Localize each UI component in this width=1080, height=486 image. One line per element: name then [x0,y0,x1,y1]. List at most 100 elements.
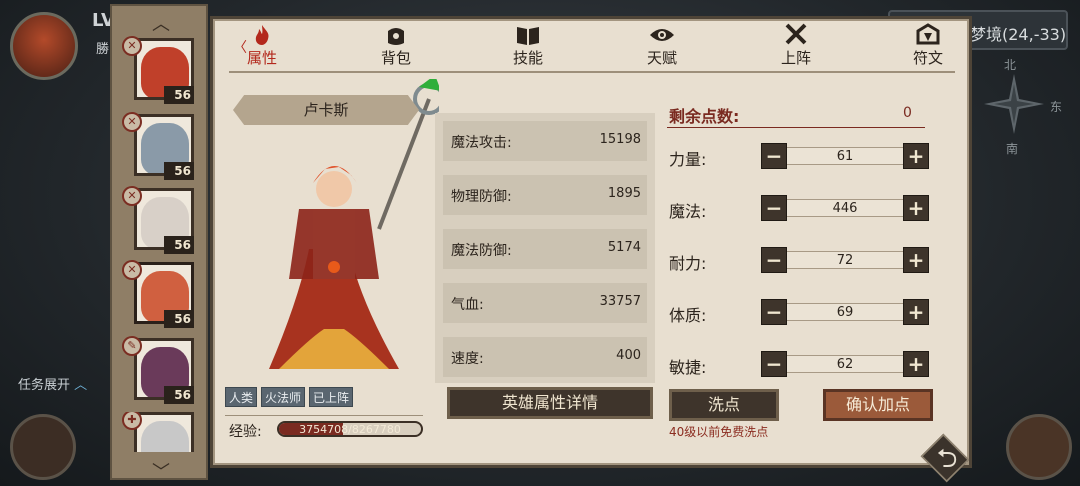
attr-label: 耐力: [669,254,707,273]
hero-level: 56 [164,86,194,104]
attr-value: 62 [787,355,903,373]
stat-label: 魔法攻击: [451,135,512,151]
stat-row-magic-attack: 魔法攻击: 15198 [443,121,647,161]
rune-icon [916,23,940,45]
decrease-button[interactable]: − [761,247,787,273]
stat-label: 物理防御: [451,189,512,205]
stat-row-magic-defense: 魔法防御: 5174 [443,229,647,269]
divider [667,127,925,128]
attr-value: 72 [787,251,903,269]
tab-deploy[interactable]: 上阵 [763,23,829,71]
attr-value: 69 [787,303,903,321]
decrease-button[interactable]: − [761,351,787,377]
exp-bar: 3754708/8267780 [277,421,423,437]
chevron-down-icon[interactable]: ﹀ [112,458,210,484]
confirm-points-button[interactable]: 确认加点 [823,389,933,421]
tab-label: 天赋 [646,49,677,67]
attr-value: 446 [787,199,903,217]
tag-race: 人类 [225,387,258,407]
exp-value: 3754708/8267780 [299,423,401,436]
compass: 北 东 南 [980,58,1070,160]
tag-class: 火法师 [261,387,306,407]
task-expand-toggle[interactable]: 任务展开 ︿ [18,374,87,393]
increase-button[interactable]: + [903,195,929,221]
stat-value: 1895 [607,186,641,201]
role-badge-icon: ✎ [122,336,142,356]
tab-label: 技能 [512,49,543,67]
attr-label: 敏捷: [669,358,707,377]
swords-icon [785,23,807,45]
hero-detail-button[interactable]: 英雄属性详情 [447,387,653,419]
stat-row-physical-defense: 物理防御: 1895 [443,175,647,215]
hero-level: 56 [164,162,194,180]
tab-label: 背包 [380,49,411,67]
roster-slot[interactable]: ✎ 56 [122,336,202,404]
tab-attributes[interactable]: 〈 属性 [229,23,295,71]
bottom-left-menu-button[interactable] [10,414,76,480]
hero-level: 56 [164,386,194,404]
reset-points-button[interactable]: 洗点 [669,389,779,421]
eye-icon [650,29,674,41]
stat-value: 5174 [607,240,641,255]
increase-button[interactable]: + [903,299,929,325]
compass-east-label: 东 [1050,100,1063,114]
return-arrow-icon: ⮌ [936,444,958,474]
tab-skills[interactable]: 技能 [495,23,561,71]
stat-row-speed: 速度: 400 [443,337,647,377]
stat-value: 400 [616,348,641,363]
tab-bag[interactable]: 背包 [363,23,429,71]
game-screen: LV 勝 梦境(24,-33) 北 东 南 任务展开 ︿ ︿ ✕ 56 ✕ 56… [0,0,1080,486]
attr-row-stamina: 耐力: − 72 + [669,247,929,275]
hero-portrait [141,421,189,452]
hero-panel: 〈 属性 背包 技能 天赋 上阵 符文 卢卡斯 人类 火法师 已上阵 经验: 3… [210,16,972,468]
attr-row-strength: 力量: − 61 + [669,143,929,171]
stat-value: 33757 [599,294,641,309]
tab-runes[interactable]: 符文 [895,23,961,71]
stat-value: 15198 [599,132,641,147]
chevron-up-icon: ︿ [74,378,88,393]
attr-label: 力量: [669,150,707,169]
increase-button[interactable]: + [903,143,929,169]
remaining-points-label: 剩余点数: [669,107,740,126]
bottom-right-menu-button[interactable] [1006,414,1072,480]
tab-label: 上阵 [780,49,811,67]
compass-rose-icon [984,74,1044,134]
stat-label: 气血: [451,297,484,313]
attr-row-constitution: 体质: − 69 + [669,299,929,327]
role-badge-icon: ✕ [122,36,142,56]
increase-button[interactable]: + [903,351,929,377]
chevron-up-icon[interactable]: ︿ [112,10,210,36]
tag-deployed: 已上阵 [309,387,354,407]
increase-button[interactable]: + [903,247,929,273]
roster-slot[interactable]: ✕ 56 [122,112,202,180]
role-badge-icon: ✕ [122,186,142,206]
roster-slot-selected[interactable]: ✕ 56 [122,260,202,328]
decrease-button[interactable]: − [761,143,787,169]
roster-slot[interactable]: ✚ [122,412,202,452]
role-badge-icon: ✕ [122,260,142,280]
tab-divider [229,71,955,73]
hero-level: 56 [164,236,194,254]
roster-slot[interactable]: ✕ 56 [122,36,202,104]
roster-slot[interactable]: ✕ 56 [122,186,202,254]
hero-name: 卢卡斯 [303,101,349,119]
decrease-button[interactable]: − [761,299,787,325]
compass-south-label: 南 [1006,142,1019,156]
exp-label: 经验: [229,424,262,440]
player-sub-label: 勝 [96,42,110,57]
hero-name-plate: 卢卡斯 [233,95,419,125]
stat-label: 魔法防御: [451,243,512,259]
attr-label: 魔法: [669,202,707,221]
role-badge-icon: ✕ [122,112,142,132]
tab-talent[interactable]: 天赋 [629,23,695,71]
flame-icon [255,25,269,45]
decrease-button[interactable]: − [761,195,787,221]
attr-value: 61 [787,147,903,165]
tab-label: 符文 [912,49,943,67]
hero-tags: 人类 火法师 已上阵 [225,387,357,407]
free-reset-note: 40级以前免费洗点 [669,425,769,439]
player-avatar[interactable] [10,12,78,80]
hero-roster: ︿ ✕ 56 ✕ 56 ✕ 56 ✕ 56 ✎ 56 ✚ ﹀ [110,4,210,483]
hero-level: 56 [164,310,194,328]
task-expand-label: 任务展开 [18,378,71,393]
